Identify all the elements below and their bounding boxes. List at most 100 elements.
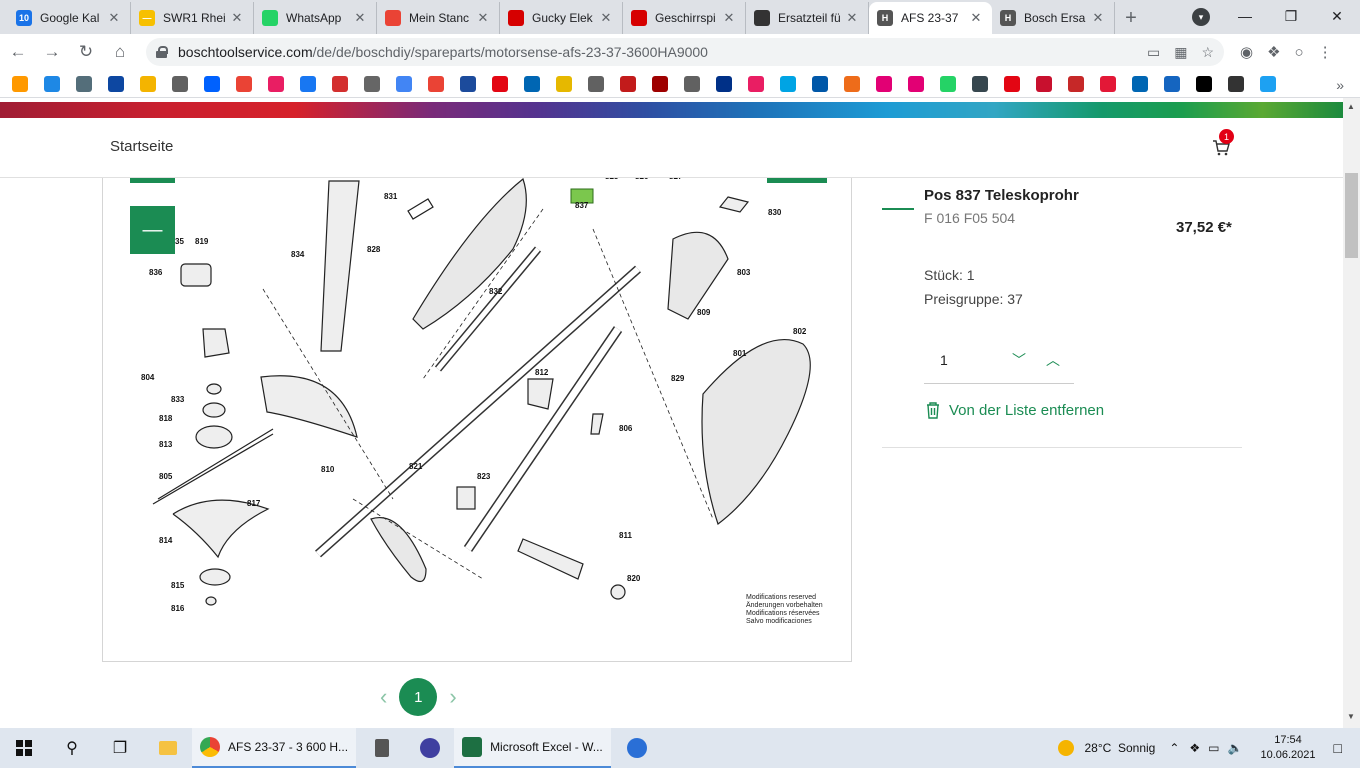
bookmark-icon[interactable] <box>364 75 380 92</box>
search-icon[interactable]: ⚲ <box>48 728 96 768</box>
extension-icon[interactable]: ◉ <box>1240 43 1253 61</box>
reload-icon[interactable]: ↻ <box>70 36 102 68</box>
tab-2[interactable]: WhatsApp ✕ <box>254 2 377 34</box>
part-number-label[interactable]: 826 <box>635 178 649 181</box>
tab-close-icon[interactable]: ✕ <box>229 10 245 26</box>
bookmark-icon[interactable] <box>556 75 572 92</box>
bookmark-icon[interactable] <box>108 75 124 92</box>
bookmark-icon[interactable] <box>1004 75 1020 92</box>
bookmark-icon[interactable] <box>524 75 540 92</box>
clock[interactable]: 17:54 10.06.2021 <box>1260 733 1315 763</box>
part-number-label[interactable]: 827 <box>669 178 683 181</box>
bookmark-icon[interactable] <box>1260 75 1276 92</box>
bookmark-icon[interactable] <box>812 75 828 92</box>
bookmark-icon[interactable] <box>684 75 700 92</box>
tab-0[interactable]: 10 Google Kal ✕ <box>8 2 131 34</box>
bookmark-icon[interactable] <box>332 75 348 92</box>
part-number-label[interactable]: 804 <box>141 373 155 382</box>
bookmark-icon[interactable] <box>1132 75 1148 92</box>
tab-3[interactable]: Mein Stanc ✕ <box>377 2 500 34</box>
part-number-label[interactable]: 810 <box>321 465 335 474</box>
dropbox-icon[interactable]: ❖ <box>1189 741 1200 755</box>
quantity-increase-icon[interactable]: ︿ <box>1046 350 1060 370</box>
part-number-label[interactable]: 817 <box>247 499 261 508</box>
new-tab-button[interactable]: + <box>1115 2 1147 34</box>
part-number-label[interactable]: 833 <box>171 395 185 404</box>
part-number-label[interactable]: 836 <box>149 268 163 277</box>
bookmark-icon[interactable] <box>428 75 444 92</box>
bookmark-icon[interactable] <box>620 75 636 92</box>
lock-icon[interactable] <box>156 46 168 58</box>
quantity-value[interactable]: 1 <box>940 352 948 368</box>
bookmark-icon[interactable] <box>588 75 604 92</box>
bookmark-icon[interactable] <box>492 75 508 92</box>
bookmark-icon[interactable] <box>396 75 412 92</box>
part-number-label[interactable]: 811 <box>619 531 632 540</box>
tab-close-icon[interactable]: ✕ <box>721 10 737 26</box>
part-number-label[interactable]: 837 <box>575 201 589 210</box>
back-icon[interactable]: ← <box>2 36 34 68</box>
tab-search-icon[interactable]: ▾ <box>1192 8 1210 26</box>
weather-sun-icon[interactable] <box>1058 740 1075 756</box>
pager-next-button[interactable]: › <box>449 684 456 710</box>
calculator-icon[interactable] <box>358 728 406 768</box>
bookmark-star-icon[interactable]: ☆ <box>1201 44 1214 61</box>
bookmark-icon[interactable] <box>1228 75 1244 92</box>
restore-icon[interactable]: ❐ <box>1268 0 1314 32</box>
scroll-up-icon[interactable]: ▲ <box>1347 102 1355 111</box>
bookmarks-more-icon[interactable]: » <box>1336 77 1344 93</box>
bookmark-icon[interactable] <box>780 75 796 92</box>
tab-4[interactable]: Gucky Elek ✕ <box>500 2 623 34</box>
home-link[interactable]: Startseite <box>110 138 173 155</box>
part-number-label[interactable]: 821 <box>409 462 423 471</box>
tab-close-icon[interactable]: ✕ <box>1090 10 1106 26</box>
scroll-thumb[interactable] <box>1345 173 1358 258</box>
part-number-label[interactable]: 812 <box>535 368 549 377</box>
network-icon[interactable]: ▭ <box>1208 741 1219 755</box>
bookmark-icon[interactable] <box>716 75 732 92</box>
bookmark-icon[interactable] <box>876 75 892 92</box>
bookmark-icon[interactable] <box>652 75 668 92</box>
cast-icon[interactable]: ▭ <box>1147 44 1160 61</box>
tab-close-icon[interactable]: ✕ <box>106 10 122 26</box>
part-number-label[interactable]: 816 <box>171 604 185 613</box>
part-number-label[interactable]: 825 <box>605 178 619 181</box>
tab-close-icon[interactable]: ✕ <box>598 10 614 26</box>
part-number-label[interactable]: 801 <box>733 349 747 358</box>
bookmark-icon[interactable] <box>940 75 956 92</box>
volume-icon[interactable]: 🔈 <box>1228 741 1243 755</box>
bookmark-icon[interactable] <box>300 75 316 92</box>
close-window-icon[interactable]: ✕ <box>1314 0 1360 32</box>
tab-close-icon[interactable]: ✕ <box>475 10 491 26</box>
part-number-label[interactable]: 832 <box>489 287 503 296</box>
page-scrollbar[interactable]: ▲ ▼ <box>1343 98 1360 728</box>
tab-8[interactable]: H Bosch Ersa ✕ <box>992 2 1115 34</box>
bookmark-icon[interactable] <box>44 75 60 92</box>
pinned-app-icon[interactable] <box>406 728 454 768</box>
notifications-icon[interactable]: □ <box>1334 740 1342 756</box>
bookmark-icon[interactable] <box>1164 75 1180 92</box>
remove-from-list-button[interactable]: Von der Liste entfernen <box>925 401 1104 419</box>
tab-7[interactable]: H AFS 23-37 ✕ <box>869 2 992 34</box>
bookmark-icon[interactable] <box>1196 75 1212 92</box>
part-number-label[interactable]: 819 <box>195 237 209 246</box>
part-number-label[interactable]: 802 <box>793 327 807 336</box>
part-number-label[interactable]: 813 <box>159 440 173 449</box>
part-number-label[interactable]: 806 <box>619 424 633 433</box>
tab-6[interactable]: Ersatzteil fü ✕ <box>746 2 869 34</box>
tray-chevron-icon[interactable]: ⌃ <box>1169 741 1179 755</box>
part-number-label[interactable]: 818 <box>159 414 173 423</box>
bookmark-icon[interactable] <box>460 75 476 92</box>
taskbar-app-chrome[interactable]: AFS 23-37 - 3 600 H... <box>192 728 357 768</box>
file-explorer-icon[interactable] <box>144 728 192 768</box>
pager-prev-button[interactable]: ‹ <box>380 684 387 710</box>
pager-page-button[interactable]: 1 <box>399 678 438 716</box>
windows-start-icon[interactable] <box>0 728 48 768</box>
menu-icon[interactable]: ⋮ <box>1318 43 1333 61</box>
tab-1[interactable]: — SWR1 Rhei ✕ <box>131 2 254 34</box>
part-number-label[interactable]: 803 <box>737 268 751 277</box>
quantity-stepper[interactable]: 1 ﹀ ︿ <box>924 342 1074 384</box>
bookmark-icon[interactable] <box>268 75 284 92</box>
scroll-down-icon[interactable]: ▼ <box>1347 712 1355 721</box>
part-number-label[interactable]: 831 <box>384 192 398 201</box>
